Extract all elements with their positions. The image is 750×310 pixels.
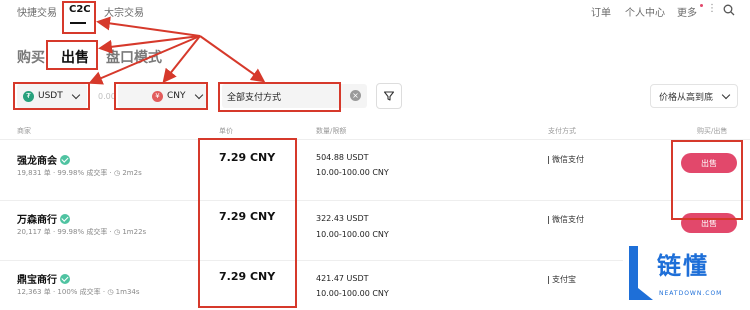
payment-method: 微信支付 (548, 214, 584, 225)
nav-quick-trade[interactable]: 快捷交易 (17, 4, 57, 19)
header-quantity-limit: 数量/限额 (316, 127, 347, 135)
search-icon[interactable] (723, 4, 735, 16)
verified-badge-icon (60, 213, 70, 224)
annotation-box (671, 140, 743, 220)
order-limit: 10.00-100.00 CNY (316, 168, 389, 177)
verified-badge-icon (60, 273, 70, 284)
fiat-select-value: CNY (167, 91, 186, 101)
divider (0, 200, 750, 201)
tab-sell[interactable]: 出售 (61, 47, 89, 67)
avg-release-time: 1m22s (122, 228, 147, 236)
watermark-cn: 链懂 (657, 252, 709, 280)
chevron-down-icon (71, 90, 80, 99)
avg-release-time: 1m34s (115, 288, 140, 296)
cny-currency-icon: ¥ (152, 90, 163, 102)
sort-select[interactable]: 价格从高到底 (649, 84, 738, 108)
merchant-stats: 12,363 单 · 100% 成交率 · ◷ 1m34s (17, 288, 140, 296)
annotation-arrow (162, 35, 201, 84)
filter-bar: ₮ USDT 0.00 ¥ CNY 全部支付方式 × 价格从高到底 (0, 83, 750, 110)
fiat-select[interactable]: ¥ CNY (118, 84, 206, 108)
notification-dot-icon (700, 4, 703, 7)
unit-price: 7.29 CNY (219, 151, 276, 164)
unit-price: 7.29 CNY (219, 270, 276, 283)
usdt-coin-icon: ₮ (23, 90, 34, 102)
verified-badge-icon (60, 154, 70, 165)
filter-button[interactable] (376, 83, 402, 109)
header-price: 单价 (219, 127, 233, 135)
coin-select-value: USDT (38, 91, 63, 101)
header-merchant: 商家 (17, 127, 31, 135)
merchant-name[interactable]: 万森商行 (17, 211, 57, 226)
watermark-logo: 链懂 NEATDOWN.COM (623, 238, 750, 310)
unit-price: 7.29 CNY (219, 210, 276, 223)
nav-block-trade[interactable]: 大宗交易 (104, 4, 144, 19)
payment-method-value: 全部支付方式 (227, 92, 282, 103)
completion-rate: 100% 成交率 (57, 288, 101, 296)
merchant-name[interactable]: 强龙商会 (17, 152, 57, 167)
available-quantity: 504.88 USDT (316, 153, 369, 162)
nav-more[interactable]: 更多 (677, 4, 697, 19)
sell-button[interactable]: 出售 (681, 153, 737, 173)
coin-select[interactable]: ₮ USDT (17, 84, 87, 108)
nav-active-underline (70, 22, 86, 24)
watermark-en: NEATDOWN.COM (659, 290, 723, 297)
completion-rate: 99.98% 成交率 (57, 169, 108, 177)
merchant-stats: 19,831 单 · 99.98% 成交率 · ◷ 2m2s (17, 169, 142, 177)
order-count: 12,363 单 (17, 288, 51, 296)
clear-icon[interactable]: × (350, 90, 361, 101)
order-limit: 10.00-100.00 CNY (316, 289, 389, 298)
chevron-down-icon (194, 90, 203, 99)
top-nav: 快捷交易 C2C 大宗交易 订单 个人中心 更多 ⋮ (0, 0, 750, 24)
annotation-arrow (199, 35, 266, 83)
tab-orderbook-mode[interactable]: 盘口模式 (106, 47, 162, 67)
sell-button[interactable]: 出售 (681, 213, 737, 233)
available-quantity: 322.43 USDT (316, 214, 369, 223)
sort-select-value: 价格从高到底 (658, 92, 713, 103)
nav-orders[interactable]: 订单 (591, 4, 611, 19)
header-buy-sell: 购买/出售 (697, 127, 728, 135)
completion-rate: 99.98% 成交率 (57, 228, 108, 236)
order-count: 20,117 单 (17, 228, 51, 236)
payment-method: 支付宝 (548, 274, 576, 285)
tab-buy[interactable]: 购买 (17, 47, 45, 67)
filter-funnel-icon (383, 91, 395, 101)
payment-method: 微信支付 (548, 154, 584, 165)
more-dots-icon[interactable]: ⋮ (707, 4, 717, 14)
chevron-down-icon (721, 90, 731, 99)
merchant-stats: 20,117 单 · 99.98% 成交率 · ◷ 1m22s (17, 228, 147, 236)
header-payment-method: 支付方式 (548, 127, 576, 135)
divider (0, 139, 750, 140)
amount-input[interactable]: 0.00 (98, 92, 116, 101)
available-quantity: 421.47 USDT (316, 274, 369, 283)
payment-method-select[interactable]: 全部支付方式 (222, 84, 367, 108)
annotation-arrow (96, 16, 201, 37)
order-limit: 10.00-100.00 CNY (316, 230, 389, 239)
merchant-name[interactable]: 鼎宝商行 (17, 271, 57, 286)
avg-release-time: 2m2s (122, 169, 142, 177)
nav-profile[interactable]: 个人中心 (625, 4, 665, 19)
order-count: 19,831 单 (17, 169, 51, 177)
nav-c2c[interactable]: C2C (69, 4, 91, 15)
brand-l-logo-icon (629, 246, 653, 300)
